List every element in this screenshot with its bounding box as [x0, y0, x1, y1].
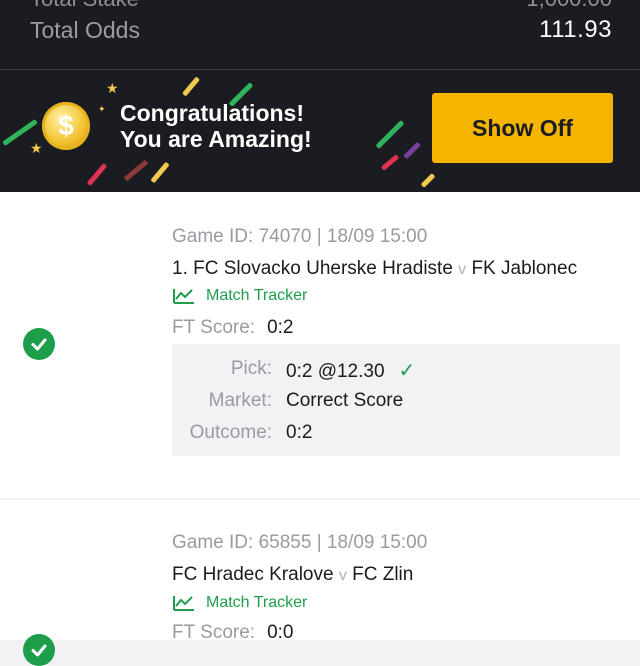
- congrats-line-1: Congratulations!: [120, 100, 304, 126]
- bet-summary-header: Total Stake 1,000.00 Total Odds 111.93 ★…: [0, 0, 640, 192]
- game-info: Game ID: 65855 | 18/09 15:00: [172, 532, 428, 553]
- versus-label: v: [458, 261, 467, 278]
- ft-score-label: FT Score:: [172, 317, 256, 338]
- dollar-coin-icon: $: [42, 102, 90, 150]
- away-team: FK Jablonec: [471, 258, 578, 279]
- ft-score-value: 0:2: [267, 317, 294, 338]
- total-odds-row: Total Odds 111.93: [30, 14, 612, 46]
- home-team: 1. FC Slovacko Uherske Hradiste: [172, 258, 453, 279]
- total-stake-row: Total Stake 1,000.00: [30, 0, 612, 11]
- chart-line-icon: [173, 289, 194, 304]
- pick-details: Pick: 0:2 @12.30 ✓ Market: Correct Score …: [172, 344, 620, 456]
- outcome-value: 0:2: [286, 422, 313, 443]
- pick-value: 0:2 @12.30: [286, 361, 385, 382]
- congrats-message: Congratulations! You are Amazing!: [120, 100, 312, 152]
- total-stake-label: Total Stake: [30, 0, 139, 11]
- total-odds-label: Total Odds: [30, 16, 140, 43]
- congrats-line-2: You are Amazing!: [120, 126, 312, 152]
- match-tracker-link[interactable]: Match Tracker: [172, 287, 307, 305]
- ft-score: FT Score: 0:2: [172, 317, 293, 339]
- total-stake-value: 1,000.00: [526, 0, 612, 11]
- match-teams: 1. FC Slovacko Uherske Hradiste v FK Jab…: [172, 258, 577, 280]
- won-check-icon: [23, 328, 55, 360]
- star-icon: ★: [106, 80, 119, 96]
- bet-card: Game ID: 74070 | 18/09 15:00 1. FC Slova…: [0, 192, 640, 498]
- home-team: FC Hradec Kralove: [172, 564, 334, 585]
- match-tracker-label: Match Tracker: [206, 594, 308, 611]
- market-label: Market:: [208, 390, 272, 411]
- versus-label: v: [338, 567, 347, 584]
- header-divider: [0, 69, 640, 70]
- bet-card: Game ID: 65855 | 18/09 15:00 FC Hradec K…: [0, 500, 640, 666]
- market-value: Correct Score: [286, 390, 404, 411]
- outcome-label: Outcome:: [189, 422, 272, 443]
- ft-score: FT Score: 0:0: [172, 622, 293, 644]
- pick-label: Pick:: [230, 358, 272, 379]
- chart-line-icon: [173, 596, 194, 611]
- match-tracker-label: Match Tracker: [206, 287, 308, 304]
- match-tracker-link[interactable]: Match Tracker: [172, 594, 307, 612]
- game-info: Game ID: 74070 | 18/09 15:00: [172, 226, 428, 247]
- checkmark-icon: ✓: [398, 360, 416, 382]
- won-check-icon: [23, 634, 55, 666]
- total-odds-value: 111.93: [539, 16, 612, 43]
- away-team: FC Zlin: [352, 564, 414, 585]
- match-teams: FC Hradec Kralove v FC Zlin: [172, 564, 413, 586]
- show-off-button[interactable]: Show Off: [432, 93, 613, 163]
- star-icon: ★: [30, 140, 43, 156]
- star-icon: ✦: [98, 104, 106, 114]
